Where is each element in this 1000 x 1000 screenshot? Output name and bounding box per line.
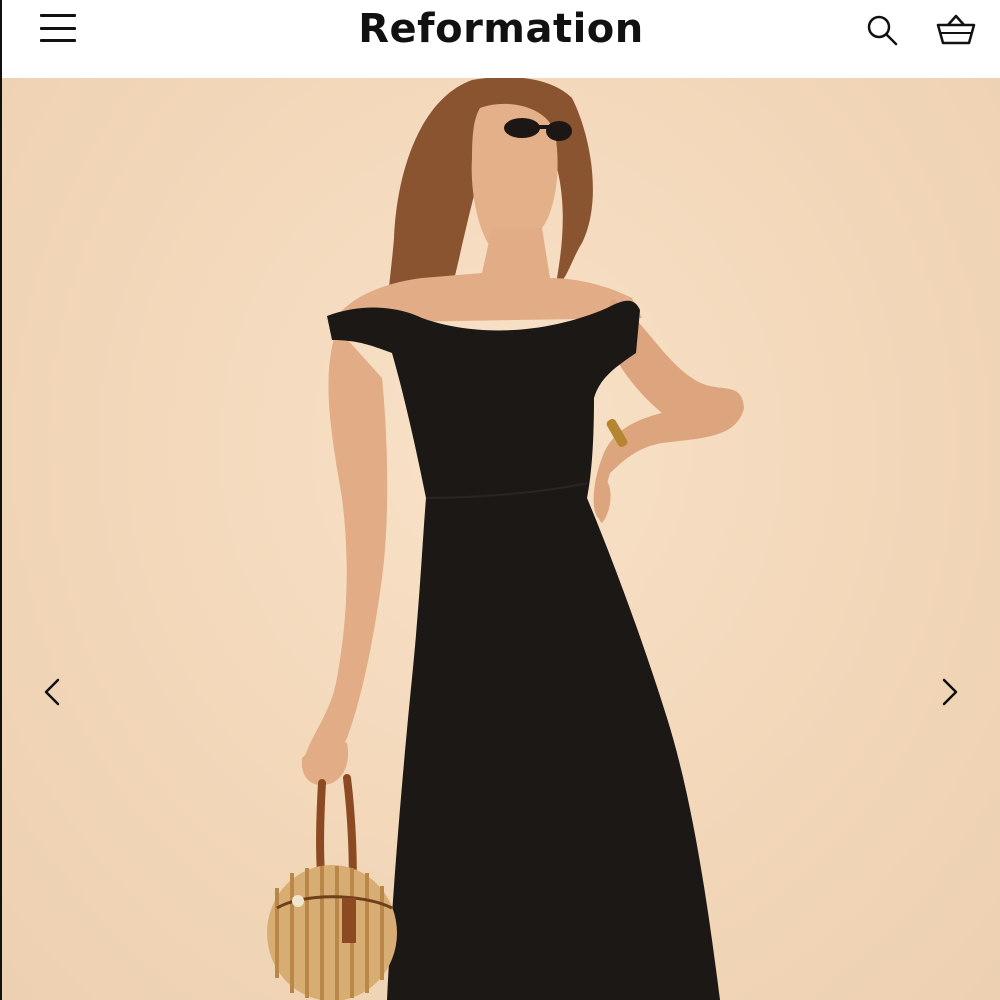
- product-photo: [267, 78, 744, 1000]
- site-header: Reformation: [0, 0, 1000, 78]
- basket-icon[interactable]: [936, 10, 976, 50]
- next-image-button[interactable]: [930, 668, 970, 716]
- menu-icon[interactable]: [38, 12, 78, 44]
- chevron-left-icon: [44, 678, 60, 706]
- search-icon[interactable]: [862, 10, 902, 50]
- product-image-gallery[interactable]: [0, 78, 1000, 1000]
- woven-bag: [267, 865, 397, 1000]
- header-actions: [862, 10, 976, 50]
- chevron-right-icon: [942, 678, 958, 706]
- model-arm-left: [302, 328, 388, 772]
- brand-logo[interactable]: Reformation: [358, 6, 644, 52]
- previous-image-button[interactable]: [32, 668, 72, 716]
